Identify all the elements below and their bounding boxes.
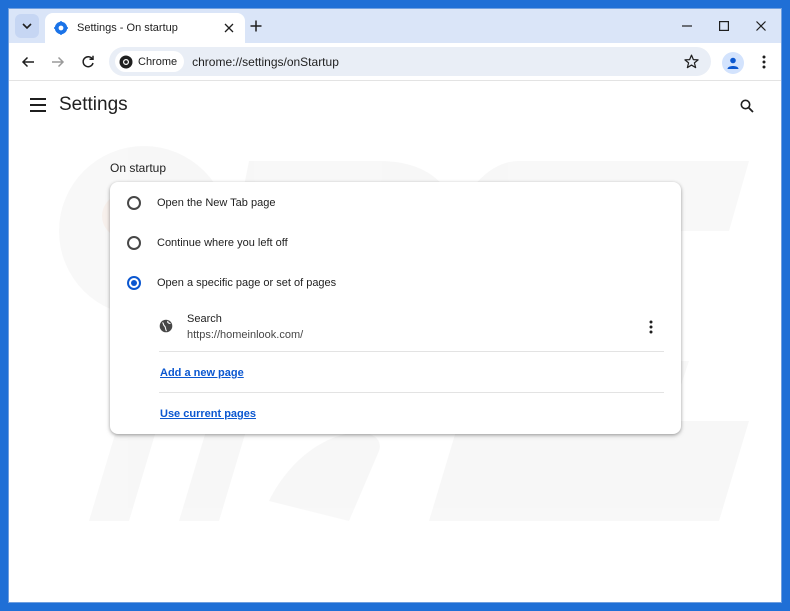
radio-label: Continue where you left off <box>157 237 288 249</box>
close-icon[interactable] <box>221 20 237 36</box>
radio-label: Open a specific page or set of pages <box>157 277 337 289</box>
radio-continue[interactable] <box>127 236 141 250</box>
forward-arrow-icon <box>52 56 65 68</box>
divider <box>159 392 664 393</box>
url-text[interactable]: chrome://settings/onStartup <box>192 55 681 69</box>
maximize-button[interactable] <box>714 17 734 35</box>
browser-menu-button[interactable] <box>754 52 774 72</box>
settings-gear-icon <box>53 20 69 36</box>
startup-options-card: Open the New Tab page Continue where you… <box>110 182 681 434</box>
radio-specific-pages[interactable] <box>127 276 141 290</box>
more-actions-button[interactable] <box>643 318 659 336</box>
startup-page-name: Search <box>187 313 222 325</box>
tab-search-button[interactable] <box>15 14 39 38</box>
kebab-menu-icon <box>649 320 653 334</box>
page-title: Settings <box>59 94 128 115</box>
kebab-menu-icon <box>762 55 766 69</box>
site-info-chip[interactable]: Chrome <box>115 51 185 72</box>
radio-label: Open the New Tab page <box>157 197 276 209</box>
minimize-icon <box>682 25 692 27</box>
forward-button[interactable] <box>48 52 68 72</box>
back-button[interactable] <box>18 52 38 72</box>
hamburger-icon[interactable] <box>29 97 47 113</box>
maximize-icon <box>719 21 729 31</box>
minimize-button[interactable] <box>677 17 697 35</box>
site-chip-label: Chrome <box>138 55 178 68</box>
bookmark-star-icon[interactable] <box>681 52 701 72</box>
section-title: On startup <box>110 161 167 175</box>
reload-icon <box>82 55 94 68</box>
startup-page-entry: Search https://homeinlook.com/ <box>159 310 664 352</box>
tab-search-icon <box>22 23 32 30</box>
radio-new-tab[interactable] <box>127 196 141 210</box>
profile-button[interactable] <box>722 52 744 74</box>
back-arrow-icon <box>21 56 34 68</box>
tab-title: Settings - On startup <box>77 22 178 34</box>
startup-option-specific-pages[interactable]: Open a specific page or set of pages <box>110 263 681 303</box>
startup-page-url: https://homeinlook.com/ <box>187 329 304 341</box>
address-bar[interactable]: Chrome chrome://settings/onStartup <box>109 47 711 76</box>
tab-strip: Settings - On startup <box>9 9 781 43</box>
plus-icon <box>250 20 262 32</box>
add-new-page-link[interactable]: Add a new page <box>160 367 244 379</box>
new-tab-button[interactable] <box>247 17 265 35</box>
startup-option-continue[interactable]: Continue where you left off <box>110 223 681 263</box>
chrome-logo-icon <box>119 55 133 68</box>
window-close-icon <box>756 21 766 31</box>
reload-button[interactable] <box>78 52 98 72</box>
browser-toolbar: Chrome chrome://settings/onStartup <box>9 43 781 81</box>
use-current-pages-link[interactable]: Use current pages <box>160 408 256 420</box>
tab-settings[interactable]: Settings - On startup <box>45 13 245 43</box>
search-icon <box>740 99 754 113</box>
globe-icon <box>159 319 173 333</box>
settings-page: Settings On startup Open the New Tab pag… <box>9 81 781 602</box>
browser-window: Settings - On startup Chrome chrome://se… <box>8 8 782 603</box>
window-close-button[interactable] <box>751 17 771 35</box>
profile-icon <box>727 57 739 69</box>
startup-option-new-tab[interactable]: Open the New Tab page <box>110 183 681 223</box>
settings-search-button[interactable] <box>737 96 757 116</box>
